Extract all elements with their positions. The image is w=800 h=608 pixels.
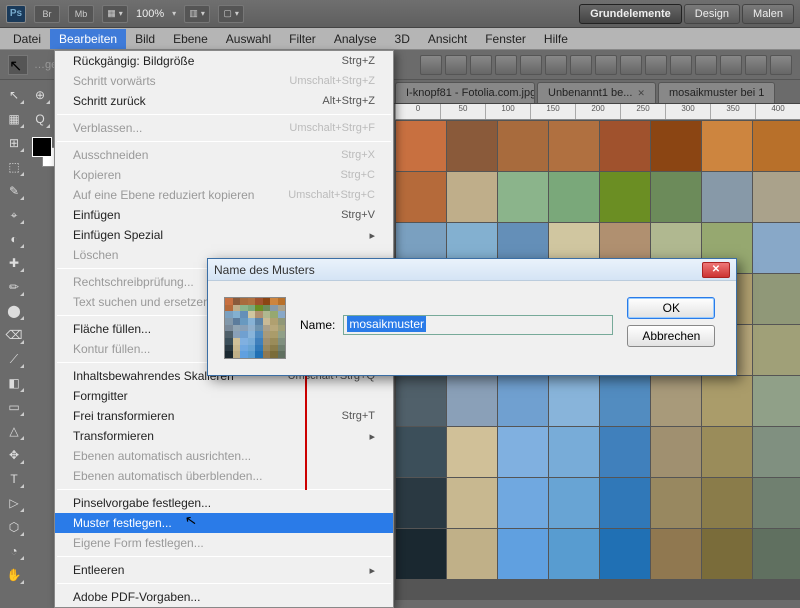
tool-1[interactable]: ▦	[2, 108, 26, 130]
move-tool-icon: ↖	[8, 55, 28, 75]
document-tab-0[interactable]: I-knopf81 - Fotolia.com.jpg✕	[395, 82, 535, 103]
tool-9[interactable]: ⬤	[2, 300, 26, 322]
align-icon-12[interactable]	[720, 55, 742, 75]
align-icon-10[interactable]	[670, 55, 692, 75]
menu-bearbeiten[interactable]: Bearbeiten	[50, 29, 126, 49]
align-icon-0[interactable]	[420, 55, 442, 75]
tab-close-icon[interactable]: ✕	[637, 88, 645, 99]
pattern-name-dialog: Name des Musters ✕ Name: mosaikmuster OK…	[207, 258, 737, 376]
menu-item-r-ckg-ngig-bildgr-e[interactable]: Rückgängig: BildgrößeStrg+Z	[55, 51, 393, 71]
menu-item-einf-gen-spezial[interactable]: Einfügen Spezial▸	[55, 225, 393, 245]
document-tab-2[interactable]: mosaikmuster bei 1	[658, 82, 775, 103]
align-icon-2[interactable]	[470, 55, 492, 75]
menu-item-frei-transformieren[interactable]: Frei transformierenStrg+T	[55, 406, 393, 426]
menu-item-schritt-zur-ck[interactable]: Schritt zurückAlt+Strg+Z	[55, 91, 393, 111]
tool-12[interactable]: ◧	[2, 372, 26, 394]
dialog-close-button[interactable]: ✕	[702, 262, 730, 278]
menu-auswahl[interactable]: Auswahl	[217, 29, 280, 49]
document-tab-1[interactable]: Unbenannt1 be...✕	[537, 82, 656, 103]
align-icon-3[interactable]	[495, 55, 517, 75]
workspace-malen[interactable]: Malen	[742, 4, 794, 24]
tool-19[interactable]: ◔	[2, 540, 26, 562]
name-label: Name:	[300, 318, 335, 332]
menu-3d[interactable]: 3D	[386, 29, 419, 49]
menu-analyse[interactable]: Analyse	[325, 29, 386, 49]
tool-11[interactable]: ⟋	[2, 348, 26, 370]
menu-item-kopieren: KopierenStrg+C	[55, 165, 393, 185]
pattern-thumbnail	[224, 297, 286, 359]
tool-14[interactable]: △	[2, 420, 26, 442]
app-logo: Ps	[6, 5, 26, 23]
tool-5[interactable]: ⌖	[2, 204, 26, 226]
tool-15[interactable]: ✥	[2, 444, 26, 466]
tools-panel: ↖▦⊞⬚✎⌖◐✚✏⬤⌫⟋◧▭△✥T▷⬡◔✋ ⊕Q	[0, 80, 54, 600]
screen-mode-button[interactable]: ▢	[218, 5, 244, 23]
menu-datei[interactable]: Datei	[4, 29, 50, 49]
align-icon-8[interactable]	[620, 55, 642, 75]
ok-button[interactable]: OK	[627, 297, 715, 319]
tool-7[interactable]: ✚	[2, 252, 26, 274]
tool-16[interactable]: T	[2, 468, 26, 490]
menu-item-schritt-vorw-rts: Schritt vorwärtsUmschalt+Strg+Z	[55, 71, 393, 91]
menu-item-eigene-form-festlegen: Eigene Form festlegen...	[55, 533, 393, 553]
minibridge-button[interactable]: Mb	[68, 5, 94, 23]
tool-3[interactable]: ⬚	[2, 156, 26, 178]
align-icon-6[interactable]	[570, 55, 592, 75]
tool-13[interactable]: ▭	[2, 396, 26, 418]
bridge-button[interactable]: Br	[34, 5, 60, 23]
tool-21[interactable]: ⊕	[28, 84, 52, 106]
tool-20[interactable]: ✋	[2, 564, 26, 586]
menu-item-auf-eine-ebene-reduziert-kopieren: Auf eine Ebene reduziert kopierenUmschal…	[55, 185, 393, 205]
align-icon-13[interactable]	[745, 55, 767, 75]
tool-18[interactable]: ⬡	[2, 516, 26, 538]
align-icon-11[interactable]	[695, 55, 717, 75]
zoom-chevron-icon[interactable]: ▾	[172, 9, 176, 18]
app-toolbar: Ps Br Mb ▦ 100% ▾ ▥ ▢ Grundelemente Desi…	[0, 0, 800, 28]
menu-ebene[interactable]: Ebene	[164, 29, 217, 49]
tool-0[interactable]: ↖	[2, 84, 26, 106]
menu-item-einf-gen[interactable]: EinfügenStrg+V	[55, 205, 393, 225]
menu-filter[interactable]: Filter	[280, 29, 325, 49]
menu-ansicht[interactable]: Ansicht	[419, 29, 476, 49]
arrange-docs-button[interactable]: ▥	[184, 5, 210, 23]
menu-item-pinselvorgabe-festlegen[interactable]: Pinselvorgabe festlegen...	[55, 493, 393, 513]
zoom-level[interactable]: 100%	[136, 8, 164, 20]
ruler-horizontal: 050100150200250300350400	[395, 104, 800, 120]
menu-item-verblassen: Verblassen...Umschalt+Strg+F	[55, 118, 393, 138]
menu-item-ausschneiden: AusschneidenStrg+X	[55, 145, 393, 165]
align-icon-4[interactable]	[520, 55, 542, 75]
workspace-design[interactable]: Design	[684, 4, 740, 24]
menu-item-ebenen-automatisch-berblenden: Ebenen automatisch überblenden...	[55, 466, 393, 486]
align-icon-14[interactable]	[770, 55, 792, 75]
tool-4[interactable]: ✎	[2, 180, 26, 202]
align-icon-7[interactable]	[595, 55, 617, 75]
menu-item-transformieren[interactable]: Transformieren▸	[55, 426, 393, 446]
menubar: DateiBearbeitenBildEbeneAuswahlFilterAna…	[0, 28, 800, 50]
dialog-titlebar[interactable]: Name des Musters ✕	[208, 259, 736, 281]
tool-2[interactable]: ⊞	[2, 132, 26, 154]
menu-hilfe[interactable]: Hilfe	[535, 29, 577, 49]
workspace-grundelemente[interactable]: Grundelemente	[579, 4, 682, 24]
tool-17[interactable]: ▷	[2, 492, 26, 514]
tool-10[interactable]: ⌫	[2, 324, 26, 346]
menu-item-adobe-pdf-vorgaben[interactable]: Adobe PDF-Vorgaben...	[55, 587, 393, 607]
pattern-name-input[interactable]: mosaikmuster	[343, 315, 613, 335]
menu-item-ebenen-automatisch-ausrichten: Ebenen automatisch ausrichten...	[55, 446, 393, 466]
align-icon-1[interactable]	[445, 55, 467, 75]
dialog-title-text: Name des Musters	[214, 263, 315, 277]
menu-item-entleeren[interactable]: Entleeren▸	[55, 560, 393, 580]
tool-6[interactable]: ◐	[2, 228, 26, 250]
menu-bild[interactable]: Bild	[126, 29, 164, 49]
align-icon-5[interactable]	[545, 55, 567, 75]
view-extras-button[interactable]: ▦	[102, 5, 128, 23]
menu-item-formgitter[interactable]: Formgitter	[55, 386, 393, 406]
tool-8[interactable]: ✏	[2, 276, 26, 298]
menu-fenster[interactable]: Fenster	[476, 29, 535, 49]
align-icon-9[interactable]	[645, 55, 667, 75]
menu-item-muster-festlegen[interactable]: Muster festlegen...	[55, 513, 393, 533]
cancel-button[interactable]: Abbrechen	[627, 325, 715, 347]
tool-22[interactable]: Q	[28, 108, 52, 130]
